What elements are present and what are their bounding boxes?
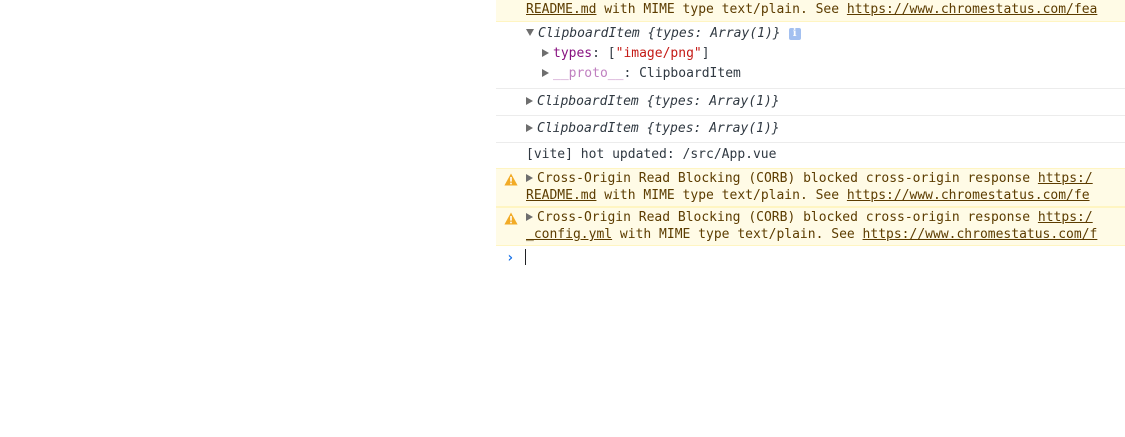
property-close: ] — [701, 46, 710, 61]
warning-line[interactable]: Cross-Origin Read Blocking (CORB) blocke… — [526, 210, 1093, 226]
object-header[interactable]: ClipboardItem {types: Array(1)} — [526, 121, 780, 137]
warning-triangle-icon — [504, 212, 518, 225]
warning-url-link[interactable]: https://www.chromestatus.com/fea — [847, 2, 1097, 17]
console-input-caret[interactable] — [525, 249, 526, 265]
console-log-row: ClipboardItem {types: Array(1)} i types: … — [496, 22, 1125, 89]
warning-line[interactable]: Cross-Origin Read Blocking (CORB) blocke… — [526, 171, 1093, 187]
info-icon[interactable]: i — [788, 28, 801, 40]
warning-line: README.md with MIME type text/plain. See… — [526, 188, 1090, 204]
collapse-triangle-icon[interactable] — [542, 49, 549, 57]
warning-url-link[interactable]: https://www.chromestatus.com/fe — [847, 188, 1090, 203]
collapse-triangle-icon[interactable] — [526, 174, 533, 182]
object-class-name: ClipboardItem — [537, 121, 639, 136]
console-warning-row: README.md with MIME type text/plain. See… — [496, 0, 1125, 22]
warning-text: with MIME type text/plain. See — [596, 2, 847, 17]
object-class-name: ClipboardItem — [537, 94, 639, 109]
proto-separator: : — [623, 66, 640, 81]
proto-value: ClipboardItem — [639, 66, 741, 81]
property-value: "image/png" — [615, 46, 702, 61]
proto-key: __proto__ — [553, 66, 624, 81]
object-summary: {types: Array(1)} — [647, 26, 781, 41]
console-prompt-icon: › — [506, 250, 515, 266]
collapse-triangle-icon[interactable] — [526, 97, 533, 105]
warning-triangle-icon — [504, 173, 518, 186]
console-log-row: ClipboardItem {types: Array(1)} — [496, 116, 1125, 143]
object-property-proto[interactable]: __proto__: ClipboardItem — [542, 66, 741, 82]
expand-triangle-icon[interactable] — [526, 29, 534, 36]
object-summary: {types: Array(1)} — [646, 121, 780, 136]
collapse-triangle-icon[interactable] — [526, 213, 533, 221]
warning-url-link[interactable]: https:/ — [1038, 210, 1093, 225]
console-log-row: ClipboardItem {types: Array(1)} — [496, 89, 1125, 116]
property-key: types — [553, 46, 593, 61]
collapse-triangle-icon[interactable] — [542, 69, 549, 77]
console-panel[interactable]: README.md with MIME type text/plain. See… — [496, 0, 1125, 437]
object-header[interactable]: ClipboardItem {types: Array(1)} i — [526, 26, 801, 42]
warning-line: _config.yml with MIME type text/plain. S… — [526, 227, 1097, 243]
console-warning-row: Cross-Origin Read Blocking (CORB) blocke… — [496, 168, 1125, 207]
object-property-types[interactable]: types: ["image/png"] — [542, 46, 710, 62]
collapse-triangle-icon[interactable] — [526, 124, 533, 132]
warning-text: with MIME type text/plain. See — [612, 227, 863, 242]
object-summary: {types: Array(1)} — [646, 94, 780, 109]
warning-file-link[interactable]: _config.yml — [526, 227, 612, 242]
console-warning-row: Cross-Origin Read Blocking (CORB) blocke… — [496, 207, 1125, 246]
warning-file-link[interactable]: README.md — [526, 188, 596, 203]
warning-file-link[interactable]: README.md — [526, 2, 596, 17]
page: README.md with MIME type text/plain. See… — [0, 0, 1125, 437]
property-separator: : [ — [592, 46, 616, 61]
warning-text: Cross-Origin Read Blocking (CORB) blocke… — [537, 171, 1038, 186]
object-header[interactable]: ClipboardItem {types: Array(1)} — [526, 94, 780, 110]
warning-url-link[interactable]: https:/ — [1038, 171, 1093, 186]
warning-url-link[interactable]: https://www.chromestatus.com/f — [863, 227, 1098, 242]
warning-text: with MIME type text/plain. See — [596, 188, 847, 203]
object-class-name: ClipboardItem — [538, 26, 640, 41]
warning-text: Cross-Origin Read Blocking (CORB) blocke… — [537, 210, 1038, 225]
console-log-row: [vite] hot updated: /src/App.vue — [496, 143, 1125, 168]
log-message: [vite] hot updated: /src/App.vue — [526, 147, 777, 162]
warning-line: README.md with MIME type text/plain. See… — [526, 2, 1097, 18]
